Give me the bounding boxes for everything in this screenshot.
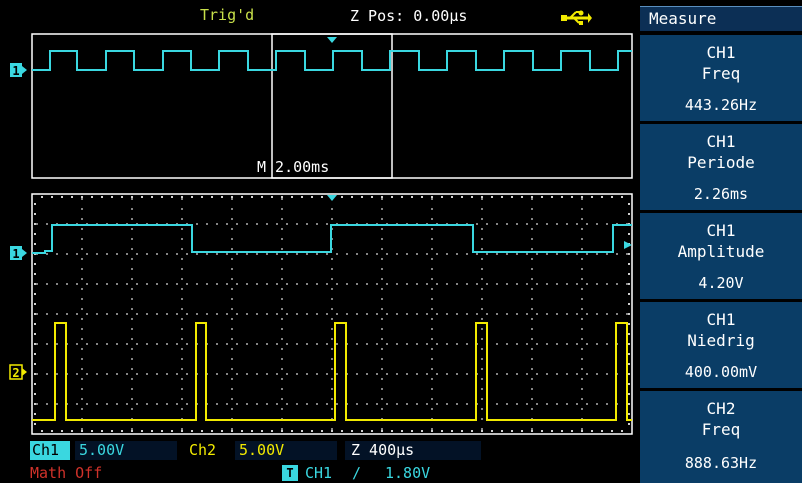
ch1-scale[interactable]: 5.00V bbox=[75, 441, 177, 460]
ch2-label[interactable]: Ch2 bbox=[189, 441, 216, 460]
measure-value: 400.00mV bbox=[684, 363, 758, 381]
overview-window-label: M 2.00ms bbox=[257, 158, 329, 176]
math-status[interactable]: Math Off bbox=[30, 464, 102, 483]
overview-window[interactable]: 1 M 2.00ms bbox=[0, 30, 640, 182]
measure-item-ch1-amplitude[interactable]: CH1 Amplitude 4.20V bbox=[640, 213, 802, 299]
ch1-marker: 1 bbox=[12, 247, 19, 261]
measure-item-ch1-low[interactable]: CH1 Niedrig 400.00mV bbox=[640, 302, 802, 388]
trigger-level[interactable]: 1.80V bbox=[385, 464, 430, 483]
usb-icon bbox=[561, 10, 592, 25]
measure-name: Freq bbox=[701, 420, 741, 439]
measure-item-ch2-freq[interactable]: CH2 Freq 888.63Hz bbox=[640, 391, 802, 483]
overview-ch1-marker: 1 bbox=[12, 64, 19, 78]
main-graticule[interactable]: 1 2 bbox=[0, 182, 640, 438]
trigger-source-icon: T bbox=[282, 465, 298, 481]
trigger-status: Trig'd bbox=[200, 6, 255, 24]
measure-value: 443.26Hz bbox=[684, 96, 758, 114]
measure-channel: CH2 bbox=[706, 399, 736, 418]
ch2-scale[interactable]: 5.00V bbox=[235, 441, 337, 460]
measure-channel: CH1 bbox=[706, 132, 736, 151]
measure-item-ch1-period[interactable]: CH1 Periode 2.26ms bbox=[640, 124, 802, 210]
measure-value: 4.20V bbox=[698, 274, 744, 292]
measure-channel: CH1 bbox=[706, 221, 736, 240]
ch1-label[interactable]: Ch1 bbox=[30, 441, 70, 460]
measure-channel: CH1 bbox=[706, 310, 736, 329]
timebase[interactable]: Z 400µs bbox=[345, 441, 481, 460]
ch2-marker: 2 bbox=[12, 366, 19, 380]
measure-name: Freq bbox=[701, 64, 741, 83]
measure-item-ch1-freq[interactable]: CH1 Freq 443.26Hz bbox=[640, 35, 802, 121]
measure-channel: CH1 bbox=[706, 43, 736, 62]
measure-value: 2.26ms bbox=[693, 185, 749, 203]
trigger-source[interactable]: CH1 bbox=[305, 464, 332, 483]
measure-value: 888.63Hz bbox=[684, 454, 758, 472]
trigger-slope-icon: ∕ bbox=[352, 464, 362, 482]
measure-panel-title: Measure bbox=[640, 6, 802, 31]
measure-name: Periode bbox=[687, 153, 755, 172]
z-position: Z Pos: 0.00µs bbox=[350, 7, 468, 25]
measure-name: Amplitude bbox=[677, 242, 765, 261]
measure-name: Niedrig bbox=[687, 331, 755, 350]
